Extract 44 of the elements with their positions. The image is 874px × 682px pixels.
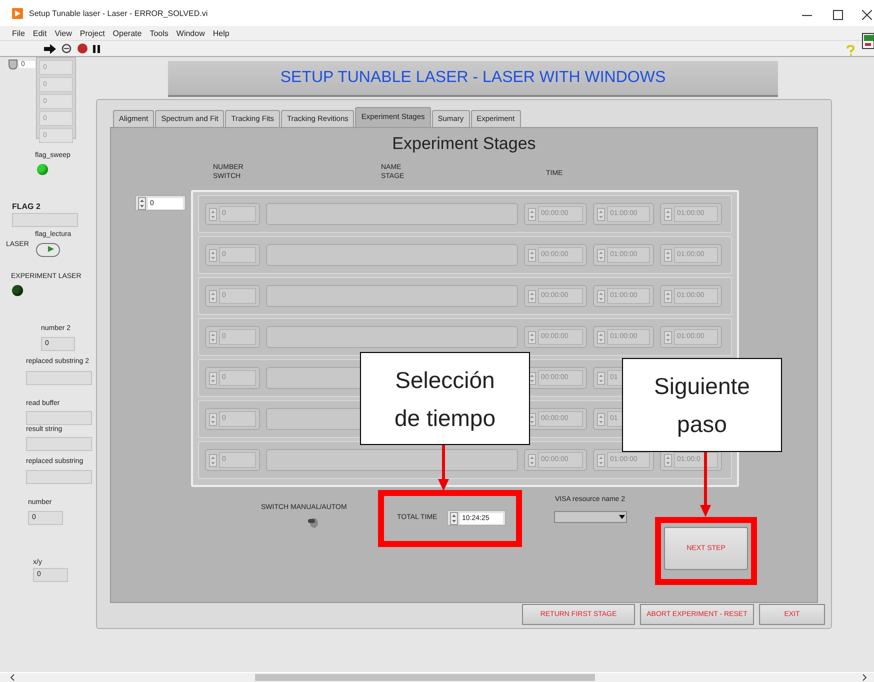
- menu-item[interactable]: Window: [176, 28, 205, 38]
- scroll-left-icon[interactable]: [10, 674, 15, 681]
- menu-item[interactable]: File: [12, 28, 25, 38]
- close-icon[interactable]: [862, 10, 872, 20]
- scroll-right-icon[interactable]: [862, 674, 867, 681]
- text-field[interactable]: [266, 285, 518, 307]
- page-heading: Experiment Stages: [391, 133, 537, 154]
- resource-dropdown[interactable]: [554, 511, 627, 523]
- callout-tooltip: Selección de tiempo: [360, 352, 530, 445]
- text-field[interactable]: [266, 203, 518, 225]
- indicator-label: FLAG 2: [12, 202, 40, 211]
- string-indicator: [26, 437, 92, 451]
- run-arrow-icon[interactable]: [44, 44, 56, 54]
- text-field[interactable]: [266, 449, 518, 471]
- menu-item[interactable]: Project: [80, 28, 105, 38]
- pause-icon[interactable]: [93, 44, 100, 52]
- callout-arrow: [700, 452, 711, 517]
- menu-item[interactable]: Help: [212, 28, 230, 38]
- string-indicator: [12, 213, 78, 227]
- callout-tooltip: Siguiente paso: [622, 358, 782, 452]
- index-knob-icon: [8, 59, 18, 70]
- toggle-switch[interactable]: [36, 243, 60, 257]
- lever-switch[interactable]: [307, 515, 321, 529]
- help-icon[interactable]: [846, 45, 855, 56]
- run-continuously-icon[interactable]: [61, 43, 72, 54]
- text-field[interactable]: [266, 244, 518, 266]
- arrow-icon: [48, 246, 54, 252]
- menu-item[interactable]: View: [54, 28, 72, 38]
- horizontal-scrollbar[interactable]: [0, 673, 874, 682]
- window-title: Setup Tunable laser - Laser - ERROR_SOLVED.vi: [29, 9, 208, 18]
- callout-arrow: [438, 445, 449, 491]
- string-indicator: [26, 371, 92, 385]
- text-field[interactable]: [266, 326, 518, 348]
- string-indicator: [26, 470, 92, 484]
- app-icon: [12, 8, 23, 19]
- banner-title: SETUP TUNABLE LASER - LASER WITH WINDOWS: [168, 61, 778, 97]
- string-indicator: [26, 411, 92, 425]
- abort-icon[interactable]: [77, 43, 88, 54]
- menu-item[interactable]: Edit: [32, 28, 47, 38]
- caret-icon: [618, 513, 626, 521]
- vi-icon: [862, 33, 874, 49]
- menu-item[interactable]: Operate: [112, 28, 142, 38]
- maximize-icon[interactable]: [833, 10, 843, 20]
- menu-item[interactable]: Tools: [150, 28, 168, 38]
